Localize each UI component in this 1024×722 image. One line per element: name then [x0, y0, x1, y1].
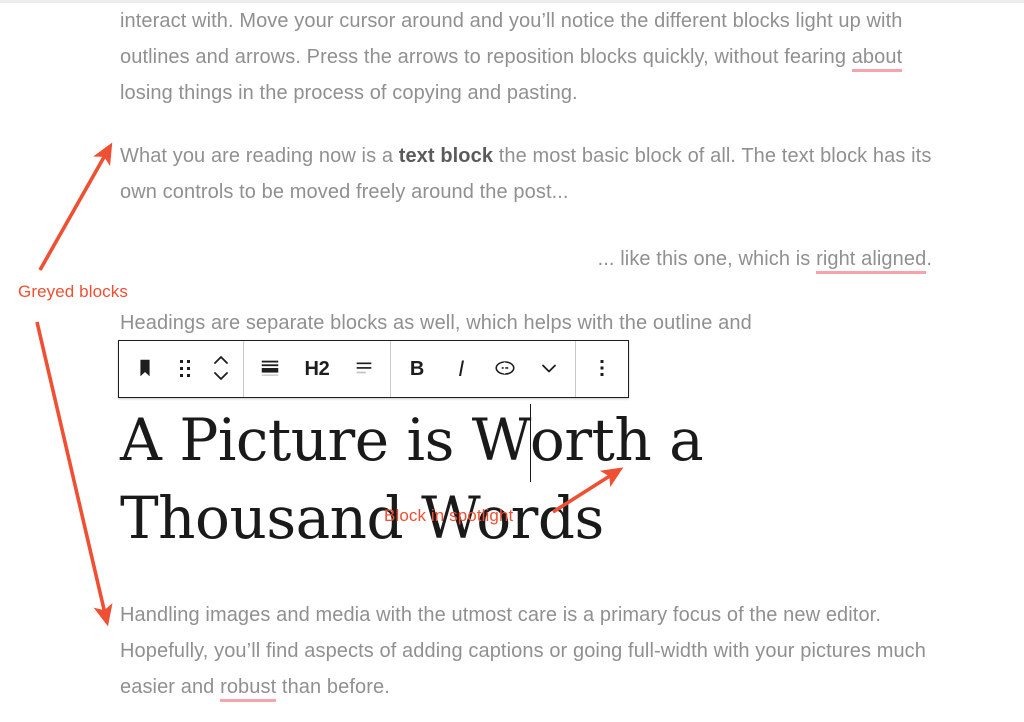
- annotation-greyed-blocks: Greyed blocks: [18, 282, 128, 302]
- move-up-down-icon: [212, 353, 230, 386]
- spellcheck-word-robust[interactable]: robust: [220, 676, 276, 702]
- italic-button[interactable]: I: [439, 341, 483, 397]
- heading-text-before-caret: A Picture is W: [120, 406, 531, 474]
- annotation-block-in-spotlight: Block in spotlight: [384, 506, 513, 526]
- chevron-down-icon: [539, 358, 559, 381]
- toolbar-group-block: [119, 341, 244, 397]
- align-left-icon: [353, 357, 375, 382]
- right-aligned-tail: .: [926, 248, 932, 270]
- arrow-greyed-blocks-up: [40, 150, 108, 270]
- toolbar-group-format: B I: [391, 341, 576, 397]
- right-aligned-lead: ... like this one, which is: [598, 248, 816, 270]
- paragraph-block-icon: [134, 357, 156, 382]
- paragraph-intro-text: interact with. Move your cursor around a…: [120, 10, 902, 68]
- arrow-greyed-blocks-down: [37, 322, 106, 618]
- move-up-down-button[interactable]: [203, 341, 239, 397]
- align-button[interactable]: [342, 341, 386, 397]
- paragraph-textblock-lead: What you are reading now is a: [120, 145, 399, 167]
- block-toolbar[interactable]: H2 B I: [118, 340, 629, 398]
- more-formatting-button[interactable]: [527, 341, 571, 397]
- drag-handle-button[interactable]: [167, 341, 203, 397]
- paragraph-block-heading-note[interactable]: Headings are separate blocks as well, wh…: [120, 305, 932, 341]
- paragraph-images-tail: than before.: [276, 676, 390, 698]
- paragraph-block-icon-button[interactable]: [123, 341, 167, 397]
- paragraph-block-text-block[interactable]: What you are reading now is a text block…: [120, 138, 932, 210]
- link-button[interactable]: [483, 341, 527, 397]
- bold-button[interactable]: B: [395, 341, 439, 397]
- heading-level-button[interactable]: H2: [292, 341, 342, 397]
- toolbar-group-options: [576, 341, 628, 397]
- heading-block-icon: [259, 357, 281, 382]
- more-options-button[interactable]: [580, 341, 624, 397]
- paragraph-block-right-aligned[interactable]: ... like this one, which is right aligne…: [120, 241, 932, 277]
- spellcheck-word-about[interactable]: about: [852, 46, 903, 72]
- heading-block-spotlight[interactable]: A Picture is Worth a Thousand Words: [120, 404, 932, 554]
- editor-canvas: interact with. Move your cursor around a…: [0, 0, 1024, 722]
- spellcheck-phrase-right-aligned[interactable]: right aligned: [816, 248, 926, 274]
- heading-level-label: H2: [305, 358, 330, 381]
- more-options-icon: [599, 357, 605, 382]
- paragraph-block-images[interactable]: Handling images and media with the utmos…: [120, 597, 932, 705]
- paragraph-intro-text-tail: losing things in the process of copying …: [120, 82, 578, 104]
- link-icon: [493, 356, 517, 383]
- drag-handle-icon: [180, 360, 191, 378]
- paragraph-block-intro[interactable]: interact with. Move your cursor around a…: [120, 3, 932, 111]
- italic-label: I: [458, 356, 464, 382]
- toolbar-group-blocktype: H2: [244, 341, 391, 397]
- bold-label: B: [410, 358, 424, 381]
- block-type-icon-button[interactable]: [248, 341, 292, 397]
- bold-text-block: text block: [399, 145, 493, 167]
